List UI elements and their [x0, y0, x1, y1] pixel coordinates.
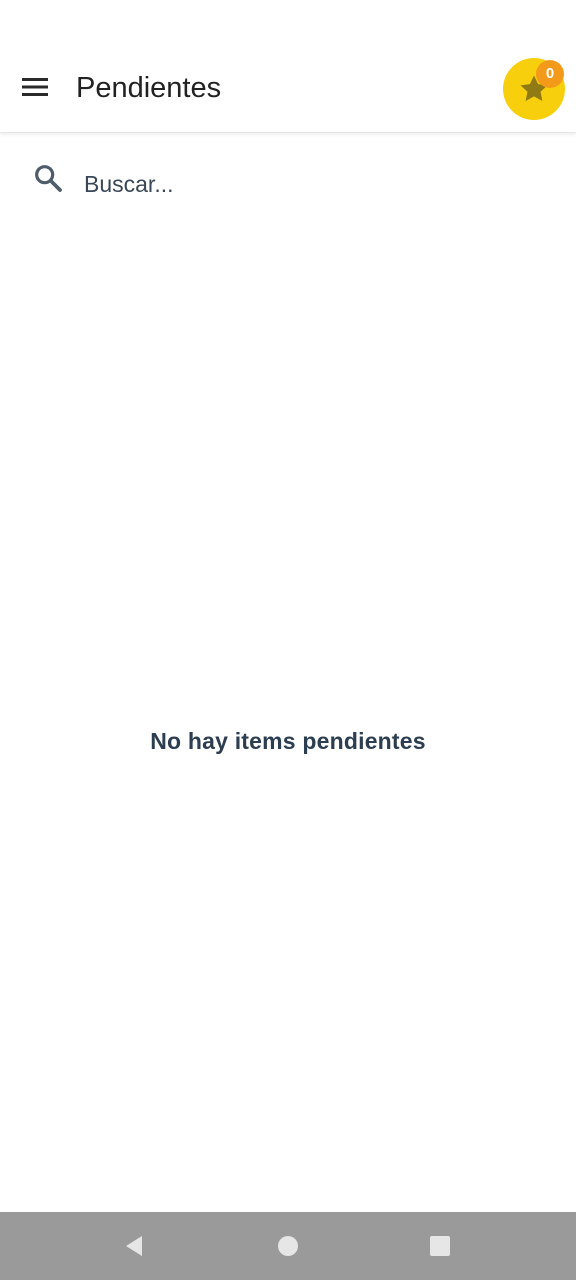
hamburger-menu-icon	[22, 78, 48, 96]
star-button[interactable]: 0	[503, 58, 565, 120]
back-triangle-icon	[126, 1236, 142, 1256]
home-circle-icon	[278, 1236, 298, 1256]
empty-state-message: No hay items pendientes	[150, 728, 426, 754]
home-button[interactable]	[268, 1226, 308, 1266]
back-button[interactable]	[114, 1226, 154, 1266]
system-navigation-bar	[0, 1212, 576, 1280]
star-count-badge: 0	[536, 60, 564, 88]
screen: Pendientes 0 No hay items pendientes	[0, 0, 576, 1280]
search-input[interactable]	[84, 162, 544, 206]
page-title: Pendientes	[76, 72, 222, 104]
recents-square-icon	[430, 1236, 450, 1256]
recents-button[interactable]	[420, 1226, 460, 1266]
search-icon	[35, 165, 62, 192]
menu-button[interactable]	[14, 66, 56, 108]
search-bar	[0, 140, 576, 224]
status-bar	[0, 0, 576, 48]
app-bar: Pendientes 0	[0, 48, 576, 133]
